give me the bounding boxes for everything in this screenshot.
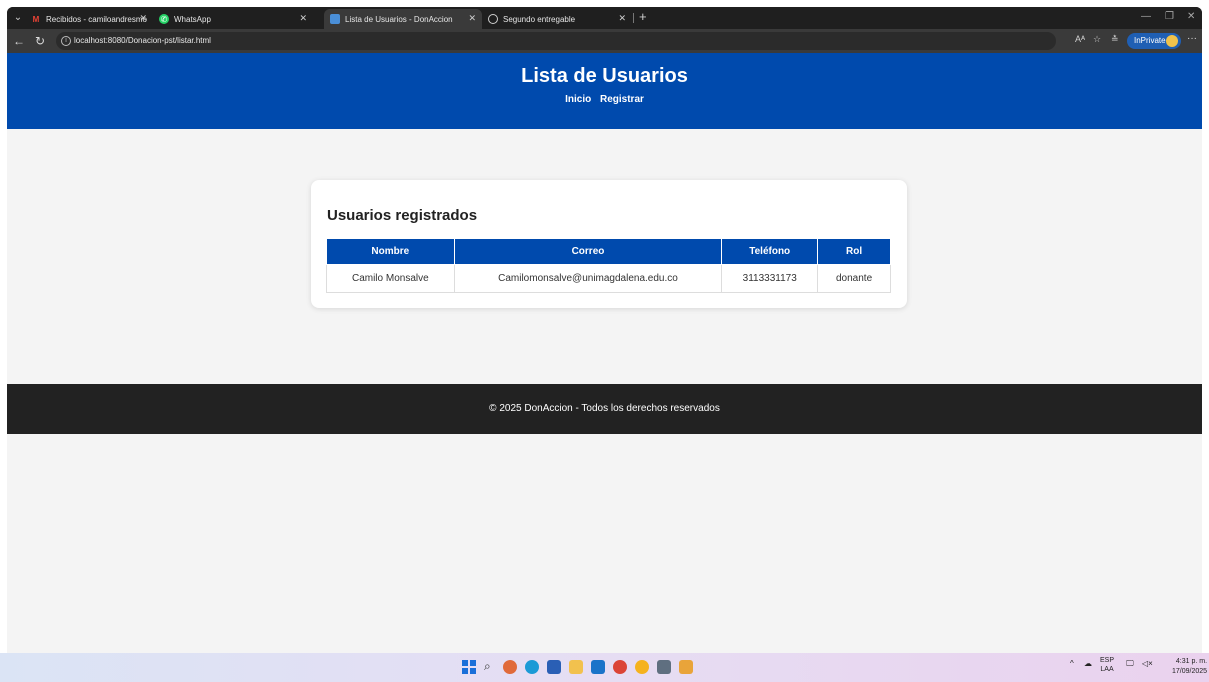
tab-whatsapp[interactable]: ✆ WhatsApp ✕	[153, 9, 313, 29]
url-text: localhost:8080/Donacion-pst/listar.html	[74, 36, 211, 45]
tab-title: Segundo entregable	[503, 14, 576, 24]
file-explorer-icon[interactable]	[569, 660, 583, 674]
minimize-icon[interactable]: —	[1141, 11, 1151, 22]
cell-rol: donante	[817, 264, 891, 293]
tab-title: Recibidos - camiloandresmonsalv	[46, 14, 147, 24]
cell-correo: Camilomonsalve@unimagdalena.edu.co	[453, 264, 723, 293]
column-header-nombre: Nombre	[326, 238, 455, 265]
desktop: ⌄ M Recibidos - camiloandresmonsalv ✕ ✆ …	[0, 0, 1209, 682]
column-header-telefono: Teléfono	[721, 238, 819, 265]
start-icon[interactable]	[462, 660, 476, 674]
tab-gmail[interactable]: M Recibidos - camiloandresmonsalv ✕	[25, 9, 153, 29]
copilot-icon[interactable]	[503, 660, 517, 674]
close-tab-icon[interactable]: ✕	[468, 13, 476, 24]
gmail-icon: M	[32, 14, 40, 24]
app-icon[interactable]	[635, 660, 649, 674]
language-indicator[interactable]: ESP LAA	[1100, 656, 1114, 674]
whatsapp-icon: ✆	[159, 14, 169, 24]
inprivate-badge[interactable]: InPrivate	[1127, 33, 1181, 49]
address-bar[interactable]: i localhost:8080/Donacion-pst/listar.htm…	[56, 32, 1056, 50]
column-header-correo: Correo	[453, 238, 723, 265]
favorite-star-icon[interactable]: ☆	[1093, 34, 1101, 45]
taskbar: ⌕ ^ ☁ ESP LAA 🖵 ◁× 4:31 p. m. 17/09/2025	[0, 653, 1209, 682]
new-tab-icon[interactable]: +	[639, 10, 647, 24]
close-tab-icon[interactable]: ✕	[618, 13, 626, 24]
more-options-icon[interactable]: ···	[1187, 33, 1197, 44]
search-icon[interactable]: ⌕	[484, 659, 491, 674]
network-app-icon[interactable]	[679, 660, 693, 674]
tab-lista-usuarios[interactable]: Lista de Usuarios - DonAccion ✕	[324, 9, 482, 29]
refresh-icon[interactable]: ↻	[35, 33, 45, 49]
network-icon[interactable]: 🖵	[1126, 659, 1134, 669]
globe-icon	[488, 14, 498, 24]
cell-telefono: 3113331173	[721, 264, 819, 293]
table-header-row: Nombre Correo Teléfono Rol	[326, 238, 891, 265]
card-title: Usuarios registrados	[327, 207, 478, 224]
store-icon[interactable]	[547, 660, 561, 674]
donaccion-icon	[330, 14, 340, 24]
terminal-icon[interactable]	[657, 660, 671, 674]
site-footer: © 2025 DonAccion - Todos los derechos re…	[7, 384, 1202, 434]
tab-title: Lista de Usuarios - DonAccion	[345, 14, 453, 24]
tab-title: WhatsApp	[174, 14, 211, 24]
restore-icon[interactable]: ❐	[1165, 11, 1174, 22]
site-header: Lista de Usuarios Inicio Registrar	[7, 53, 1202, 129]
volume-icon[interactable]: ◁×	[1142, 659, 1153, 668]
tab-strip: ⌄ M Recibidos - camiloandresmonsalv ✕ ✆ …	[7, 7, 1202, 29]
page-viewport: Lista de Usuarios Inicio Registrar Usuar…	[7, 53, 1202, 653]
tab-segundo-entregable[interactable]: Segundo entregable ✕	[482, 9, 632, 29]
read-aloud-icon[interactable]: Aᴬ	[1075, 34, 1085, 44]
favorites-list-icon[interactable]: ≛	[1111, 34, 1119, 45]
tab-actions-chevron-icon[interactable]: ⌄	[12, 11, 24, 25]
clock-date: 17/09/2025	[1172, 668, 1208, 675]
edge-icon[interactable]	[525, 660, 539, 674]
tab-separator	[633, 13, 634, 23]
close-tab-icon[interactable]: ✕	[299, 13, 307, 24]
outlook-icon[interactable]	[591, 660, 605, 674]
users-card: Usuarios registrados Nombre Correo Teléf…	[311, 180, 907, 308]
users-table: Nombre Correo Teléfono Rol Camilo Monsal…	[326, 238, 891, 293]
table-row: Camilo Monsalve Camilomonsalve@unimagdal…	[326, 264, 891, 293]
nav-link-registrar[interactable]: Registrar	[600, 94, 644, 105]
profile-avatar	[1166, 35, 1178, 47]
clock[interactable]: 4:31 p. m. 17/09/2025	[1172, 657, 1207, 677]
show-hidden-icons-icon[interactable]: ^	[1070, 659, 1074, 668]
language-code: ESP	[1100, 657, 1115, 664]
footer-text: © 2025 DonAccion - Todos los derechos re…	[489, 403, 720, 414]
inprivate-label: InPrivate	[1134, 36, 1166, 45]
close-window-icon[interactable]: ✕	[1187, 11, 1195, 22]
page-title: Lista de Usuarios	[521, 65, 688, 87]
cell-nombre: Camilo Monsalve	[326, 264, 455, 293]
address-row: ← ↻ i localhost:8080/Donacion-pst/listar…	[7, 29, 1202, 53]
browser-window: ⌄ M Recibidos - camiloandresmonsalv ✕ ✆ …	[7, 7, 1202, 653]
cloud-icon[interactable]: ☁	[1084, 659, 1092, 668]
clock-time: 4:31 p. m.	[1175, 658, 1208, 665]
column-header-rol: Rol	[817, 238, 891, 265]
nav-link-inicio[interactable]: Inicio	[565, 94, 591, 105]
language-layout: LAA	[1100, 666, 1114, 673]
site-info-icon[interactable]: i	[61, 36, 71, 46]
close-tab-icon[interactable]: ✕	[139, 13, 147, 24]
site-nav: Inicio Registrar	[7, 94, 1202, 105]
back-icon[interactable]: ←	[13, 33, 25, 49]
chrome-icon[interactable]	[613, 660, 627, 674]
